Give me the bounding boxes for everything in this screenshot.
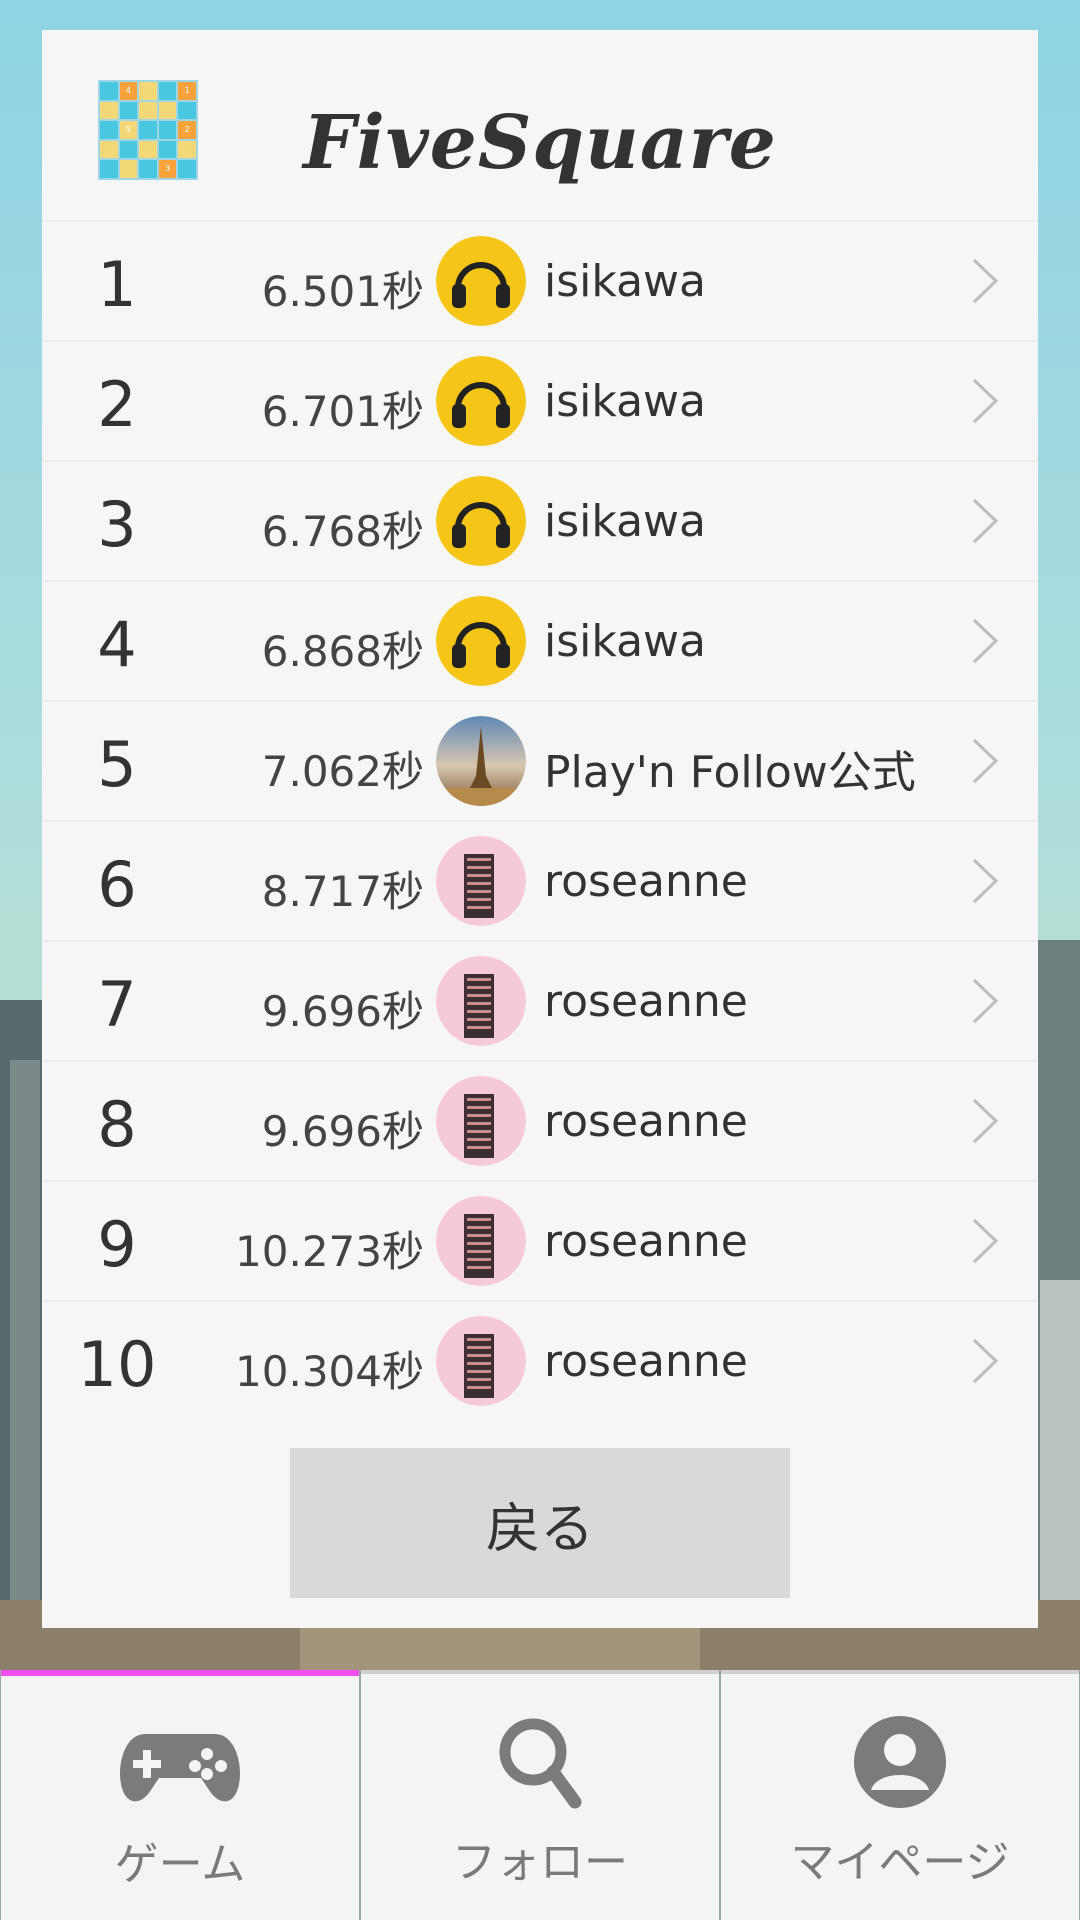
logo-cell: 4 (119, 82, 138, 100)
building-avatar (436, 1196, 526, 1286)
rank-number: 3 (97, 488, 137, 561)
user-name: roseanne (544, 1336, 748, 1387)
building-avatar (436, 956, 526, 1046)
rank-number: 9 (97, 1208, 137, 1281)
rank-number: 5 (97, 728, 137, 801)
ranking-row[interactable]: 2 6.701秒 isikawa (42, 340, 1038, 460)
logo-cell (100, 82, 118, 100)
app-title: FiveSquare (303, 100, 777, 186)
tab-mypage[interactable]: マイページ (721, 1670, 1079, 1920)
clear-time: 8.717秒 (261, 867, 424, 916)
ranking-row[interactable]: 6 8.717秒 roseanne (42, 820, 1038, 940)
clear-time: 10.304秒 (235, 1347, 424, 1396)
chevron-right-icon (964, 856, 1004, 906)
user-name: isikawa (544, 376, 706, 427)
clear-time: 9.696秒 (261, 987, 424, 1036)
user-name: isikawa (544, 496, 706, 547)
headphones-avatar (436, 236, 526, 326)
rank-number: 1 (97, 248, 137, 321)
chevron-right-icon (964, 496, 1004, 546)
user-name: roseanne (544, 856, 748, 907)
chevron-right-icon (964, 1336, 1004, 1386)
ranking-row[interactable]: 4 6.868秒 isikawa (42, 580, 1038, 700)
ranking-row[interactable]: 5 7.062秒 Play'n Follow公式 (42, 700, 1038, 820)
clear-time: 6.768秒 (261, 507, 424, 556)
logo-cell (158, 82, 177, 100)
chevron-right-icon (964, 376, 1004, 426)
clear-time: 10.273秒 (235, 1227, 424, 1276)
chevron-right-icon (964, 736, 1004, 786)
tab-follow[interactable]: フォロー (361, 1670, 719, 1920)
chevron-right-icon (964, 976, 1004, 1026)
header: 41523 FiveSquare (42, 30, 1038, 220)
ranking-row[interactable]: 3 6.768秒 isikawa (42, 460, 1038, 580)
clear-time: 6.701秒 (261, 387, 424, 436)
ranking-row[interactable]: 1 6.501秒 isikawa (42, 220, 1038, 340)
building-avatar (436, 836, 526, 926)
clear-time: 7.062秒 (261, 747, 424, 796)
back-button[interactable]: 戻る (290, 1448, 790, 1598)
building-avatar (436, 1316, 526, 1406)
bottom-tab-bar: ゲーム フォロー マイページ (0, 1670, 1080, 1920)
user-name: isikawa (544, 616, 706, 667)
user-name: isikawa (544, 256, 706, 307)
chevron-right-icon (964, 1216, 1004, 1266)
tab-game[interactable]: ゲーム (1, 1670, 359, 1920)
rank-number: 4 (97, 608, 137, 681)
gamepad-icon (115, 1714, 245, 1814)
rank-number: 2 (97, 368, 137, 441)
tab-label: フォロー (452, 1837, 628, 1888)
search-icon (475, 1712, 605, 1812)
user-name: roseanne (544, 976, 748, 1027)
chevron-right-icon (964, 616, 1004, 666)
clear-time: 6.501秒 (261, 267, 424, 316)
headphones-avatar (436, 596, 526, 686)
rank-number: 10 (77, 1328, 157, 1401)
rank-number: 7 (97, 968, 137, 1041)
logo-cell (139, 82, 157, 100)
clear-time: 6.868秒 (261, 627, 424, 676)
tab-label: ゲーム (114, 1839, 246, 1890)
chevron-right-icon (964, 256, 1004, 306)
logo-cell: 1 (178, 82, 196, 100)
ranking-row[interactable]: 7 9.696秒 roseanne (42, 940, 1038, 1060)
user-name: roseanne (544, 1216, 748, 1267)
leaderboard-card: 4 1 5 2 3 FiveSquare 1 6.501秒 isikawa 2 6.701秒 is… (42, 30, 1038, 1628)
account-icon (835, 1712, 965, 1812)
building-avatar (436, 1076, 526, 1166)
tab-label: マイページ (790, 1837, 1010, 1888)
headphones-avatar (436, 476, 526, 566)
clear-time: 9.696秒 (261, 1107, 424, 1156)
rank-number: 6 (97, 848, 137, 921)
rank-number: 8 (97, 1088, 137, 1161)
ranking-row[interactable]: 9 10.273秒 roseanne (42, 1180, 1038, 1300)
ranking-row[interactable]: 8 9.696秒 roseanne (42, 1060, 1038, 1180)
ranking-row[interactable]: 10 10.304秒 roseanne (42, 1300, 1038, 1420)
user-name: roseanne (544, 1096, 748, 1147)
headphones-avatar (436, 356, 526, 446)
user-name: Play'n Follow公式 (544, 747, 916, 798)
eiffel-tower-avatar (436, 716, 526, 806)
ranking-list: 1 6.501秒 isikawa 2 6.701秒 isikawa 3 6.768秒 isika… (42, 220, 1038, 1420)
chevron-right-icon (964, 1096, 1004, 1146)
